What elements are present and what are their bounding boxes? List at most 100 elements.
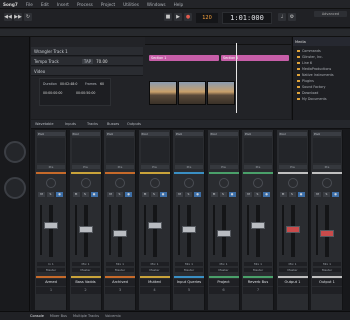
fader-cap[interactable] xyxy=(78,226,93,233)
mute-button[interactable]: M xyxy=(245,192,252,197)
browser-item[interactable]: Commands xyxy=(297,49,321,53)
frames-value[interactable]: 60 xyxy=(100,82,104,86)
insert-slot[interactable]: Pool xyxy=(278,132,307,136)
video-end[interactable]: 00:00:50:00 xyxy=(76,91,95,95)
pan-knob[interactable] xyxy=(80,178,91,188)
status-tab[interactable]: Mixer Bus xyxy=(50,314,67,318)
insert-slot[interactable]: Pool xyxy=(37,132,65,136)
volume-fader[interactable] xyxy=(256,205,260,257)
input-select[interactable]: Mix 1 xyxy=(106,262,134,266)
volume-knob[interactable] xyxy=(4,141,26,163)
solo-button[interactable]: S xyxy=(150,192,158,197)
input-select[interactable]: Mix 1 xyxy=(278,262,307,266)
browser-tab[interactable]: Media xyxy=(295,40,306,44)
pan-knob[interactable] xyxy=(46,178,56,188)
input-select[interactable]: Mix 1 xyxy=(71,262,100,266)
menu-windows[interactable]: Windows xyxy=(147,2,166,7)
console-tab[interactable]: Wavetable xyxy=(35,122,53,126)
output-select[interactable]: Master xyxy=(37,268,65,272)
output-select[interactable]: Master xyxy=(278,268,307,272)
monitor-button[interactable]: ● xyxy=(125,192,132,197)
bpm-value[interactable]: 70.00 xyxy=(96,59,107,64)
channel-name[interactable]: Input Queries xyxy=(174,279,204,286)
loop-icon[interactable]: ↻ xyxy=(24,13,32,21)
input-select[interactable]: Mix 1 xyxy=(313,262,341,266)
monitor-button[interactable]: ● xyxy=(90,192,98,197)
menu-help[interactable]: Help xyxy=(174,2,184,7)
solo-button[interactable]: S xyxy=(219,192,227,197)
fader-cap[interactable] xyxy=(320,230,334,237)
metronome-icon[interactable]: ♩ xyxy=(278,13,286,21)
insert-slot[interactable]: Pool xyxy=(209,132,238,136)
menu-process[interactable]: Process xyxy=(77,2,93,7)
output-select[interactable]: Master xyxy=(209,268,238,272)
insert-slot[interactable]: Pool xyxy=(313,132,341,136)
status-tab[interactable]: Console xyxy=(30,314,44,318)
forward-icon[interactable]: ▶▶ xyxy=(14,13,22,21)
menu-utilities[interactable]: Utilities xyxy=(123,2,139,7)
mute-button[interactable]: M xyxy=(176,192,183,197)
solo-button[interactable]: S xyxy=(323,192,330,197)
monitor-button[interactable]: ● xyxy=(159,192,167,197)
status-tab[interactable]: Voicemix xyxy=(105,314,121,318)
browser-item[interactable]: Download xyxy=(297,91,318,95)
section-clip[interactable]: Section 2 xyxy=(221,55,289,61)
output-select[interactable]: Master xyxy=(71,268,100,272)
fader-cap[interactable] xyxy=(216,230,231,237)
mute-button[interactable]: M xyxy=(38,192,45,197)
solo-button[interactable]: S xyxy=(47,192,54,197)
pan-knob[interactable] xyxy=(115,178,125,188)
send-mode[interactable]: Pre xyxy=(175,165,203,169)
mute-button[interactable]: M xyxy=(107,192,114,197)
track-header[interactable]: Wrangler Track 1 xyxy=(31,47,143,56)
send-panel[interactable] xyxy=(37,138,65,163)
pan-knob[interactable] xyxy=(322,178,332,188)
status-tab[interactable]: Multiple Tracks xyxy=(73,314,99,318)
insert-slot[interactable]: Pool xyxy=(244,132,272,136)
menu-file[interactable]: File xyxy=(26,2,33,7)
mute-button[interactable]: M xyxy=(279,192,287,197)
play-icon[interactable]: ▶ xyxy=(174,13,182,21)
output-select[interactable]: Master xyxy=(313,268,341,272)
send-mode[interactable]: Pre xyxy=(140,165,169,169)
timeline-ruler[interactable] xyxy=(145,37,291,45)
solo-button[interactable]: S xyxy=(254,192,261,197)
insert-slot[interactable]: Pool xyxy=(71,132,100,136)
menu-edit[interactable]: Edit xyxy=(41,2,49,7)
solo-button[interactable]: S xyxy=(116,192,123,197)
time-display[interactable]: 1:01:000 xyxy=(222,12,272,24)
send-panel[interactable] xyxy=(140,138,169,163)
send-mode[interactable]: Pre xyxy=(209,165,238,169)
channel-name[interactable]: Mutted xyxy=(139,279,170,286)
solo-button[interactable]: S xyxy=(81,192,89,197)
insert-slot[interactable]: Pool xyxy=(106,132,134,136)
pan-knob[interactable] xyxy=(253,178,263,188)
output-select[interactable]: Master xyxy=(244,268,272,272)
monitor-button[interactable]: ● xyxy=(332,192,339,197)
send-mode[interactable]: Pre xyxy=(244,165,272,169)
stop-icon[interactable]: ■ xyxy=(164,13,172,21)
browser-item[interactable]: Sound Factory xyxy=(297,85,325,89)
mute-button[interactable]: M xyxy=(314,192,321,197)
pan-knob[interactable] xyxy=(149,178,160,188)
send-panel[interactable] xyxy=(175,138,203,163)
pan-knob[interactable] xyxy=(287,178,298,188)
send-mode[interactable]: Pre xyxy=(278,165,307,169)
channel-name[interactable]: Armed xyxy=(36,279,66,286)
channel-name[interactable]: Reverb Bus xyxy=(243,279,273,286)
input-select[interactable]: Mix 1 xyxy=(140,262,169,266)
send-panel[interactable] xyxy=(278,138,307,163)
input-select[interactable]: Mix 1 xyxy=(175,262,203,266)
fader-cap[interactable] xyxy=(251,222,265,229)
tempo-display[interactable]: 120 xyxy=(196,13,218,23)
console-tab[interactable]: Inputs xyxy=(65,122,76,126)
send-panel[interactable] xyxy=(106,138,134,163)
layout-button[interactable]: Advanced xyxy=(314,11,347,17)
input-select[interactable]: Mix 1 xyxy=(209,262,238,266)
browser-item[interactable]: Native Instruments xyxy=(297,73,334,77)
fader-cap[interactable] xyxy=(113,230,127,237)
monitor-button[interactable]: ● xyxy=(263,192,270,197)
record-icon[interactable]: ● xyxy=(184,13,192,21)
send-panel[interactable] xyxy=(71,138,100,163)
settings-icon[interactable]: ⚙ xyxy=(288,13,296,21)
